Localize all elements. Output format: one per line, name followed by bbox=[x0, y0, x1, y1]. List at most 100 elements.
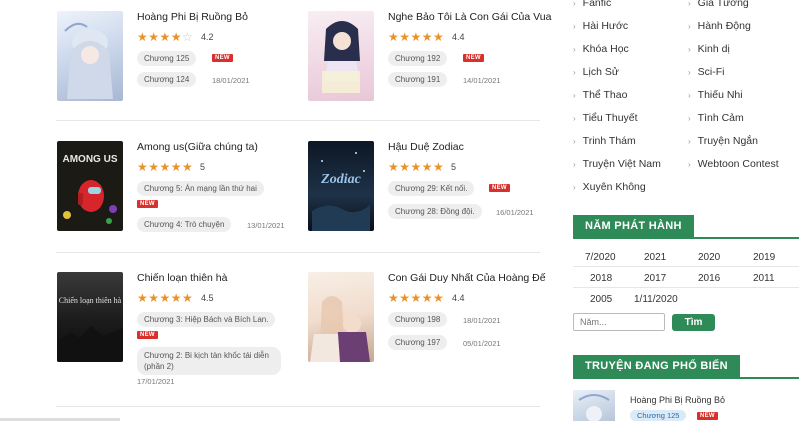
popular-story-title[interactable]: Hoàng Phi Bị Ruồng Bỏ bbox=[630, 395, 725, 405]
chevron-right-icon: › bbox=[573, 0, 576, 8]
cover-title: Chiến loạn thiên hà bbox=[58, 296, 122, 305]
rating-value: 5 bbox=[200, 162, 206, 172]
rating-value: 5 bbox=[451, 162, 457, 172]
year-section-title: NĂM PHÁT HÀNH bbox=[573, 215, 694, 237]
chapter-date: 14/01/2021 bbox=[463, 76, 501, 85]
rating-stars: ★★★★★ bbox=[137, 160, 194, 174]
story-cover[interactable]: Chiến loạn thiên hà bbox=[57, 272, 123, 362]
row-divider bbox=[56, 406, 540, 407]
row-divider bbox=[56, 252, 540, 253]
genre-link[interactable]: › Thể Thao bbox=[573, 89, 627, 101]
chapter-link[interactable]: Chương 4: Trò chuyện bbox=[137, 217, 232, 232]
genre-link[interactable]: › Truyện Ngắn bbox=[688, 135, 758, 147]
year-link[interactable]: 2005 bbox=[590, 294, 612, 305]
story-cover[interactable]: AMONG US bbox=[57, 141, 123, 231]
genre-link[interactable]: › Gia Tướng bbox=[688, 0, 749, 9]
chevron-right-icon: › bbox=[573, 22, 576, 31]
year-link[interactable]: 1/11/2020 bbox=[634, 294, 678, 305]
story-card: Nghe Bảo Tôi Là Con Gái Của Vua ★★★★★ 4.… bbox=[308, 11, 551, 111]
genre-link[interactable]: › Truyện Việt Nam bbox=[573, 158, 661, 170]
chevron-right-icon: › bbox=[573, 91, 576, 100]
chapter-date: 16/01/2021 bbox=[496, 208, 534, 217]
year-link[interactable]: 2016 bbox=[698, 273, 720, 284]
chevron-right-icon: › bbox=[573, 114, 576, 123]
story-card: Zodiac Hậu Duệ Zodiac ★★★★★ 5 Chương 29:… bbox=[308, 141, 548, 241]
chevron-right-icon: › bbox=[688, 45, 691, 54]
chapter-date: 13/01/2021 bbox=[247, 221, 285, 230]
genre-link[interactable]: › Sci-Fi bbox=[688, 66, 725, 78]
cover-title: Zodiac bbox=[321, 172, 361, 187]
genre-link[interactable]: › Thiếu Nhi bbox=[688, 89, 743, 101]
chapter-link[interactable]: Chương 2: Bi kịch tàn khốc tái diễn (phầ… bbox=[137, 347, 281, 375]
story-title[interactable]: Chiến loạn thiên hà bbox=[137, 272, 228, 284]
chapter-link[interactable]: Chương 3: Hiệp Bách và Bích Lan. bbox=[137, 312, 276, 327]
rating-stars: ★★★★★ bbox=[388, 291, 445, 305]
chevron-right-icon: › bbox=[573, 160, 576, 169]
chevron-right-icon: › bbox=[688, 91, 691, 100]
story-cover[interactable] bbox=[57, 11, 123, 101]
year-link[interactable]: 2020 bbox=[698, 252, 720, 263]
year-search-input[interactable] bbox=[573, 313, 665, 331]
year-search-button[interactable]: Tìm bbox=[672, 314, 715, 331]
chapter-date: 05/01/2021 bbox=[463, 339, 501, 348]
genre-link[interactable]: › Tình Cảm bbox=[688, 112, 744, 124]
new-badge: NEW bbox=[697, 412, 718, 420]
genre-link[interactable]: › Fanfic bbox=[573, 0, 611, 9]
story-title[interactable]: Hoàng Phi Bị Ruồng Bỏ bbox=[137, 11, 248, 23]
story-list: Hoàng Phi Bị Ruồng Bỏ ★★★★☆ 4.2 Chương 1… bbox=[0, 0, 551, 421]
year-divider bbox=[573, 287, 799, 288]
chevron-right-icon: › bbox=[688, 114, 691, 123]
chapter-link[interactable]: Chương 197 bbox=[388, 335, 448, 350]
rating-value: 4.4 bbox=[452, 293, 465, 303]
year-link[interactable]: 2021 bbox=[644, 252, 666, 263]
story-cover[interactable] bbox=[308, 11, 374, 101]
new-badge: NEW bbox=[137, 200, 158, 208]
story-title[interactable]: Hậu Duệ Zodiac bbox=[388, 141, 464, 153]
genre-link[interactable]: › Trinh Thám bbox=[573, 135, 636, 147]
year-divider bbox=[573, 266, 799, 267]
new-badge: NEW bbox=[489, 184, 510, 192]
rating-stars: ★★★★★ bbox=[388, 30, 445, 44]
story-title[interactable]: Nghe Bảo Tôi Là Con Gái Của Vua bbox=[388, 11, 551, 23]
chapter-date: 18/01/2021 bbox=[212, 76, 250, 85]
chapter-link[interactable]: Chương 29: Kết nối. bbox=[388, 181, 475, 196]
chapter-link[interactable]: Chương 198 bbox=[388, 312, 448, 327]
rating-value: 4.4 bbox=[452, 32, 465, 42]
story-card: Hoàng Phi Bị Ruồng Bỏ ★★★★☆ 4.2 Chương 1… bbox=[57, 11, 297, 111]
row-divider bbox=[56, 120, 540, 121]
year-link[interactable]: 2018 bbox=[590, 273, 612, 284]
new-badge: NEW bbox=[137, 331, 158, 339]
chapter-link[interactable]: Chương 5: Án mạng lần thứ hai bbox=[137, 181, 264, 196]
rating-value: 4.2 bbox=[201, 32, 214, 42]
genre-link[interactable]: › Hành Động bbox=[688, 20, 751, 32]
year-link[interactable]: 2011 bbox=[753, 273, 775, 284]
story-title[interactable]: Among us(Giữa chúng ta) bbox=[137, 141, 258, 153]
genre-link[interactable]: › Kinh dị bbox=[688, 43, 730, 55]
cover-title: AMONG US bbox=[62, 154, 118, 165]
chapter-date: 18/01/2021 bbox=[463, 316, 501, 325]
genre-link[interactable]: › Webtoon Contest bbox=[688, 158, 779, 170]
year-link[interactable]: 2019 bbox=[753, 252, 775, 263]
chevron-right-icon: › bbox=[688, 0, 691, 8]
new-badge: NEW bbox=[463, 54, 484, 62]
chevron-right-icon: › bbox=[688, 22, 691, 31]
chapter-link[interactable]: Chương 28: Đồng đội. bbox=[388, 204, 482, 219]
chapter-link[interactable]: Chương 192 bbox=[388, 51, 448, 66]
chevron-right-icon: › bbox=[573, 137, 576, 146]
genre-link[interactable]: › Khóa Học bbox=[573, 43, 629, 55]
chapter-link[interactable]: Chương 191 bbox=[388, 72, 448, 87]
section-underline bbox=[573, 237, 799, 239]
story-cover[interactable]: Zodiac bbox=[308, 141, 374, 231]
chapter-link[interactable]: Chương 125 bbox=[137, 51, 197, 66]
story-cover[interactable] bbox=[308, 272, 374, 362]
year-link[interactable]: 2017 bbox=[644, 273, 666, 284]
popular-chapter-link[interactable]: Chương 125 bbox=[630, 410, 687, 421]
genre-link[interactable]: › Xuyên Không bbox=[573, 181, 646, 193]
year-link[interactable]: 7/2020 bbox=[585, 252, 616, 263]
genre-link[interactable]: › Lịch Sử bbox=[573, 66, 619, 78]
genre-link[interactable]: › Hài Hước bbox=[573, 20, 628, 32]
popular-story-cover[interactable] bbox=[573, 390, 615, 421]
chapter-link[interactable]: Chương 124 bbox=[137, 72, 197, 87]
story-title[interactable]: Con Gái Duy Nhất Của Hoàng Đế bbox=[388, 272, 546, 284]
genre-link[interactable]: › Tiểu Thuyết bbox=[573, 112, 638, 124]
